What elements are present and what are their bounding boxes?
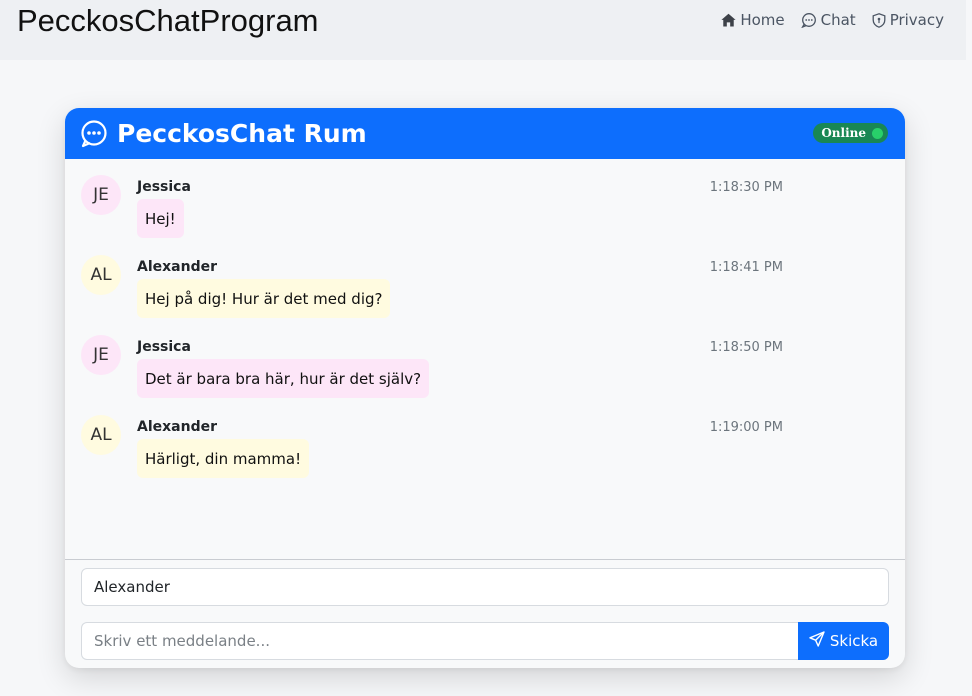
message-sender: Jessica bbox=[137, 339, 191, 355]
message-bubble: Härligt, din mamma! bbox=[137, 439, 310, 478]
nav-menu: Home Chat Privacy bbox=[721, 11, 944, 29]
nav-home[interactable]: Home bbox=[721, 11, 785, 29]
nav-privacy[interactable]: Privacy bbox=[872, 11, 944, 29]
send-icon bbox=[809, 631, 825, 651]
message-item: AL Alexander 1:18:41 PM Hej på dig! Hur … bbox=[81, 239, 791, 318]
message-sender: Alexander bbox=[137, 259, 217, 275]
message-sender: Alexander bbox=[137, 419, 217, 435]
chat-title: PecckosChat Rum bbox=[117, 119, 367, 148]
status-badge: Online bbox=[813, 123, 888, 143]
online-dot-icon bbox=[872, 127, 883, 139]
nav-home-label: Home bbox=[740, 11, 785, 29]
nav-privacy-label: Privacy bbox=[889, 11, 944, 29]
avatar: AL bbox=[81, 255, 121, 295]
brand-link[interactable]: PecckosChatProgram bbox=[17, 3, 319, 39]
message-time: 1:18:30 PM bbox=[709, 180, 783, 195]
message-item: AL Alexander 1:19:00 PM Härligt, din mam… bbox=[81, 399, 791, 478]
chat-icon bbox=[800, 12, 817, 28]
chat-card: PecckosChat Rum Online JE Jessica 1:18:3… bbox=[65, 108, 905, 668]
status-label: Online bbox=[821, 126, 866, 140]
divider bbox=[65, 559, 905, 560]
nav-chat[interactable]: Chat bbox=[800, 11, 856, 29]
nav-chat-label: Chat bbox=[820, 11, 856, 29]
message-bubble: Hej! bbox=[137, 199, 184, 238]
message-time: 1:18:41 PM bbox=[709, 260, 783, 275]
message-time: 1:18:50 PM bbox=[709, 340, 783, 355]
message-input[interactable] bbox=[81, 622, 799, 660]
message-item: JE Jessica 1:18:50 PM Det är bara bra hä… bbox=[81, 319, 791, 398]
send-button[interactable]: Skicka bbox=[798, 622, 889, 660]
avatar: JE bbox=[81, 335, 121, 375]
chat-header: PecckosChat Rum Online bbox=[65, 108, 905, 159]
message-sender: Jessica bbox=[137, 179, 191, 195]
chat-bubble-icon bbox=[80, 120, 108, 153]
navbar: PecckosChatProgram Home Chat Privacy bbox=[0, 0, 966, 60]
avatar: AL bbox=[81, 415, 121, 455]
message-time: 1:19:00 PM bbox=[709, 420, 783, 435]
username-input[interactable] bbox=[81, 568, 889, 606]
message-list: JE Jessica 1:18:30 PM Hej! AL Alexander … bbox=[65, 159, 905, 559]
send-label: Skicka bbox=[829, 632, 879, 650]
message-bubble: Det är bara bra här, hur är det själv? bbox=[137, 359, 430, 398]
avatar: JE bbox=[81, 175, 121, 215]
shield-icon bbox=[872, 12, 886, 28]
home-icon bbox=[721, 13, 736, 27]
message-item: JE Jessica 1:18:30 PM Hej! bbox=[81, 159, 791, 238]
message-bubble: Hej på dig! Hur är det med dig? bbox=[137, 279, 391, 318]
